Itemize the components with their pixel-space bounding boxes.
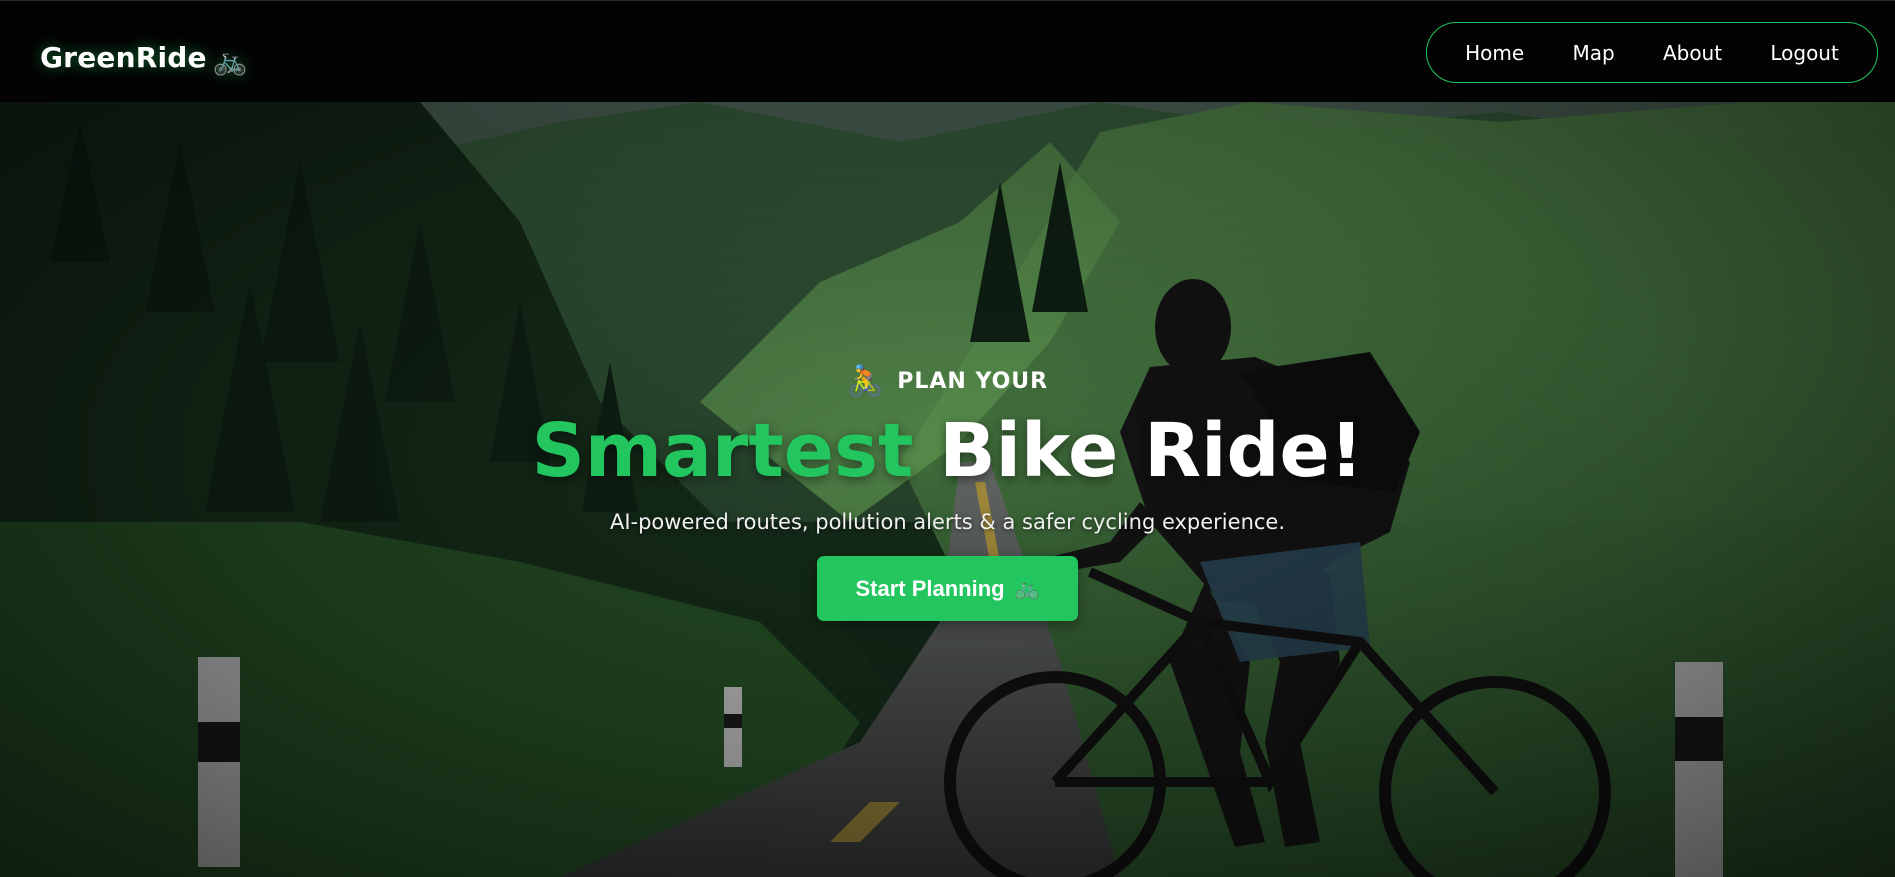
cta-label: Start Planning <box>855 575 1005 601</box>
hero-content: 🚴 PLAN YOUR Smartest Bike Ride! AI-power… <box>0 364 1895 622</box>
nav-link-logout[interactable]: Logout <box>1770 41 1838 65</box>
headline-rest: Bike Ride! <box>939 408 1364 494</box>
nav-link-home[interactable]: Home <box>1465 41 1524 65</box>
hero-headline: Smartest Bike Ride! <box>0 408 1895 494</box>
brand-name: GreenRide <box>40 41 207 74</box>
headline-accent: Smartest <box>531 408 914 494</box>
navbar: GreenRide 🚲 Home Map About Logout <box>0 0 1895 102</box>
eyebrow-text: PLAN YOUR <box>897 369 1049 394</box>
hero-subtitle: AI-powered routes, pollution alerts & a … <box>609 510 1286 535</box>
page: GreenRide 🚲 Home Map About Logout 🚴 PLAN… <box>0 0 1895 877</box>
start-planning-button[interactable]: Start Planning 🚲 <box>817 556 1078 622</box>
nav-link-map[interactable]: Map <box>1572 41 1614 65</box>
bicycle-icon: 🚲 <box>212 44 248 77</box>
hero-section: 🚴 PLAN YOUR Smartest Bike Ride! AI-power… <box>0 102 1895 877</box>
nav-menu: Home Map About Logout <box>1426 22 1878 83</box>
hero-eyebrow: 🚴 PLAN YOUR <box>847 364 1048 399</box>
cyclist-icon: 🚴 <box>846 364 886 399</box>
bicycle-icon: 🚲 <box>1014 578 1040 601</box>
brand-logo[interactable]: GreenRide 🚲 <box>40 41 248 77</box>
nav-link-about[interactable]: About <box>1663 41 1722 65</box>
